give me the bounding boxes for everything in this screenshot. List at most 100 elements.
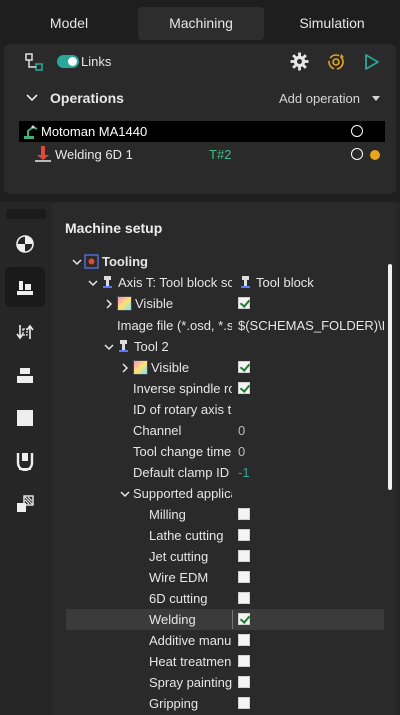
side-toolbar-handle [6, 209, 46, 219]
chevron-right-icon[interactable] [119, 362, 131, 374]
chevron-down-icon[interactable] [103, 341, 115, 353]
checkbox[interactable] [238, 297, 250, 309]
operation-welding-row[interactable]: Welding 6D 1 T#2 [19, 144, 385, 165]
tree-row-visible[interactable]: Visible [52, 293, 382, 314]
tree-label: ID of rotary axis t [133, 402, 232, 417]
checkbox[interactable] [238, 382, 250, 394]
tree-row-gripping[interactable]: Gripping [52, 693, 382, 714]
tree-label: Additive manu [149, 633, 232, 648]
tree-row-jet-cutting[interactable]: Jet cutting [52, 546, 382, 567]
side-btn-transfer[interactable] [5, 312, 45, 352]
tree-value[interactable]: Tool block [256, 275, 386, 290]
side-btn-part[interactable] [5, 484, 45, 524]
add-operation-button[interactable]: Add operation [279, 91, 360, 106]
tree-label: Gripping [149, 696, 199, 711]
tree-label: Heat treatmen [149, 654, 232, 669]
checkbox[interactable] [238, 676, 250, 688]
operation-robot-row[interactable]: Motoman MA1440 [19, 121, 385, 142]
lower-panel: Machine setup Tooling Axis T: Tool block… [0, 202, 400, 715]
part-icon [17, 495, 34, 512]
checkbox[interactable] [238, 508, 250, 520]
tree-row-inverse-spindle[interactable]: Inverse spindle ro [52, 378, 382, 399]
toggle-knob [68, 57, 77, 66]
side-btn-origin[interactable] [5, 224, 45, 264]
tab-simulation[interactable]: Simulation [264, 7, 400, 40]
tree-value[interactable]: 0 [238, 444, 384, 459]
gear-icon[interactable] [290, 52, 309, 71]
tree-row-heat-treatment[interactable]: Heat treatmen [52, 651, 382, 672]
links-toggle[interactable] [57, 55, 79, 68]
welding-icon [35, 146, 51, 162]
operations-header: Operations Add operation [4, 84, 396, 112]
checkbox[interactable] [238, 613, 250, 625]
checkbox[interactable] [238, 529, 250, 541]
checkbox[interactable] [238, 655, 250, 667]
tree-label: Visible [151, 360, 190, 375]
play-icon[interactable] [363, 53, 381, 71]
machine-setup-title: Machine setup [65, 220, 163, 236]
status-circle-icon[interactable] [351, 148, 363, 160]
tab-machining[interactable]: Machining [138, 7, 264, 40]
checkbox[interactable] [238, 697, 250, 709]
tree-row-supported-applications[interactable]: Supported applica [52, 483, 382, 504]
tree-label: Tool 2 [134, 339, 169, 354]
tree-label: Lathe cutting [149, 528, 224, 543]
tree-row-channel[interactable]: Channel 0 [52, 420, 382, 441]
tree-row-tool-visible[interactable]: Visible [52, 357, 382, 378]
simulation-icon[interactable] [326, 52, 346, 72]
tree-row-image-file[interactable]: Image file (*.osd, *.s $(SCHEMAS_FOLDER)… [52, 315, 384, 336]
chevron-down-icon[interactable] [87, 277, 99, 289]
tooling-icon [17, 281, 33, 295]
tree-row-tool-change-time[interactable]: Tool change time 0 [52, 441, 382, 462]
vertical-scrollbar[interactable] [388, 264, 392, 490]
tree-label: Milling [149, 507, 186, 522]
add-operation-caret-icon[interactable] [372, 96, 380, 101]
status-circle-icon[interactable] [351, 125, 363, 137]
tab-model[interactable]: Model [0, 7, 138, 40]
tool-block-icon [241, 276, 250, 288]
tree-row-default-clamp-id[interactable]: Default clamp ID -1 [52, 462, 382, 483]
side-toolbar [4, 202, 48, 715]
tree-label: Default clamp ID [133, 465, 230, 480]
tree-label: Inverse spindle ro [133, 381, 232, 396]
tree-row-welding[interactable]: Welding [66, 609, 384, 630]
stock-icon [17, 410, 33, 426]
links-icon[interactable] [24, 52, 44, 72]
chevron-down-icon[interactable] [71, 256, 83, 268]
checkbox[interactable] [238, 571, 250, 583]
tree-row-spray-painting[interactable]: Spray painting [52, 672, 382, 693]
chevron-down-icon[interactable] [26, 92, 38, 104]
tree-label: Spray painting [149, 675, 232, 690]
tree-value[interactable]: 0 [238, 423, 384, 438]
tree-row-6d-cutting[interactable]: 6D cutting [52, 588, 382, 609]
fixture-icon [16, 453, 34, 471]
tree-row-tooling[interactable]: Tooling [52, 251, 382, 272]
side-btn-fixture[interactable] [5, 441, 45, 481]
tree-value[interactable]: -1 [238, 465, 384, 480]
checkbox[interactable] [238, 361, 250, 373]
tree-row-axis-t[interactable]: Axis T: Tool block sc Tool block [52, 272, 382, 293]
column-divider[interactable] [232, 610, 233, 629]
tree-row-tool-2[interactable]: Tool 2 [52, 336, 382, 357]
tree-row-milling[interactable]: Milling [52, 504, 382, 525]
tree-row-wire-edm[interactable]: Wire EDM [52, 567, 382, 588]
tooling-icon [84, 254, 99, 269]
tree-label: Supported applica [133, 486, 232, 501]
checkbox[interactable] [238, 592, 250, 604]
tree-row-rotary-axis-id[interactable]: ID of rotary axis t [52, 399, 382, 420]
side-btn-workpiece[interactable] [5, 355, 45, 395]
chevron-right-icon[interactable] [103, 298, 115, 310]
operation-robot-label: Motoman MA1440 [41, 124, 148, 139]
side-btn-stock[interactable] [5, 398, 45, 438]
side-btn-tooling[interactable] [5, 267, 45, 307]
checkbox[interactable] [238, 634, 250, 646]
checkbox[interactable] [238, 550, 250, 562]
machine-setup-panel: Machine setup Tooling Axis T: Tool block… [52, 202, 396, 715]
tree-label: Wire EDM [149, 570, 209, 585]
operations-panel: Links Operations Add operation Motoman M… [4, 44, 396, 194]
chevron-down-icon[interactable] [119, 488, 131, 500]
origin-icon [16, 235, 34, 253]
tree-row-additive[interactable]: Additive manu [52, 630, 382, 651]
tree-row-lathe-cutting[interactable]: Lathe cutting [52, 525, 382, 546]
tree-value[interactable]: $(SCHEMAS_FOLDER)\Rc [238, 318, 384, 333]
